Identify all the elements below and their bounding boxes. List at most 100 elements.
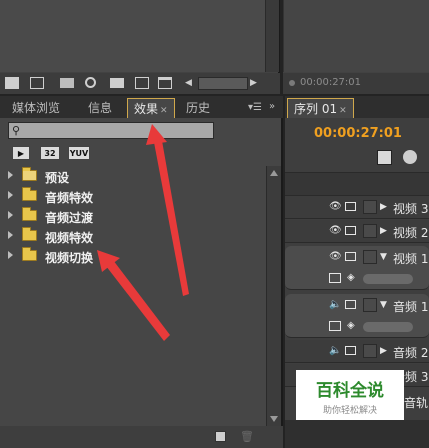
project-content-area[interactable]: [0, 0, 265, 72]
track-audio-1: 🔈 ▼ 音频 1 ◈: [285, 294, 429, 338]
folder-icon: [22, 227, 37, 241]
preset-folder-icon: [22, 167, 37, 181]
lock-toggle[interactable]: [363, 344, 377, 358]
search-icon: ⚲: [12, 124, 21, 137]
tree-item-video-transitions[interactable]: 视频切换: [0, 246, 266, 266]
find-icon[interactable]: [85, 77, 96, 88]
expand-arrow-icon[interactable]: ▶: [380, 226, 387, 236]
project-vertical-scrollbar[interactable]: [265, 0, 279, 72]
new-custom-bin-icon[interactable]: [215, 431, 226, 442]
master-track-label: 音轨: [404, 396, 429, 410]
delete-icon[interactable]: 🗑: [240, 430, 254, 443]
icon-view-icon[interactable]: [30, 77, 44, 89]
tree-item-audio-effects[interactable]: 音频特效: [0, 186, 266, 206]
expand-arrow-icon[interactable]: ▶: [380, 346, 387, 356]
tab-info[interactable]: 信息: [82, 98, 118, 118]
lock-toggle[interactable]: [363, 224, 377, 238]
playhead-dot-icon[interactable]: [289, 80, 295, 86]
tab-label: 信息: [88, 101, 113, 115]
tab-effects[interactable]: 效果 ✕: [127, 98, 175, 118]
speaker-icon[interactable]: 🔈: [329, 345, 341, 356]
watermark-title: 百科全说: [316, 381, 384, 401]
snap-icon[interactable]: [377, 150, 392, 165]
speaker-icon[interactable]: 🔈: [329, 299, 341, 310]
track-label: 视频 1: [393, 252, 429, 266]
expand-arrow-icon[interactable]: [8, 171, 13, 179]
film-icon[interactable]: [345, 252, 356, 261]
expand-arrow-icon[interactable]: [8, 211, 13, 219]
tree-item-audio-transitions[interactable]: 音频过渡: [0, 206, 266, 226]
track-label: 视频 3: [393, 202, 429, 216]
watermark-subtitle: 助你轻松解决: [322, 406, 377, 416]
tab-label: 媒体浏览: [12, 101, 61, 115]
keyframe-icon[interactable]: ◈: [347, 272, 355, 283]
monitor-timecode[interactable]: 00:00:27:01: [300, 77, 361, 88]
tree-item-video-effects[interactable]: 视频特效: [0, 226, 266, 246]
marker-icon[interactable]: [403, 150, 417, 164]
track-video-1: 👁 ▼ 视频 1 ◈: [285, 246, 429, 290]
collapse-arrow-icon[interactable]: ▼: [380, 300, 387, 310]
tab-sequence-01[interactable]: 序列 01 ✕: [287, 98, 354, 118]
accelerated-effects-icon[interactable]: ▶: [12, 146, 30, 160]
scroll-down-arrow-icon[interactable]: [270, 416, 278, 422]
track-label: 音频 2: [393, 346, 429, 360]
film-icon[interactable]: [345, 202, 356, 211]
sequence-bottom-scrollbar[interactable]: [285, 420, 429, 448]
tree-item-label: 视频切换: [45, 251, 94, 265]
keyframe-control[interactable]: [363, 322, 413, 332]
film-icon[interactable]: [345, 300, 356, 309]
eye-icon[interactable]: 👁: [329, 251, 342, 262]
32bit-effects-button[interactable]: 32: [40, 146, 60, 160]
track-video-2: 👁 ▶ 视频 2: [285, 220, 429, 243]
time-ruler[interactable]: [285, 172, 429, 196]
waveform-icon[interactable]: [329, 321, 341, 331]
tree-item-label: 音频特效: [45, 191, 94, 205]
lock-toggle[interactable]: [363, 250, 377, 264]
tab-history[interactable]: 历史: [180, 98, 216, 118]
scroll-up-arrow-icon[interactable]: [270, 170, 278, 176]
folder-icon: [22, 187, 37, 201]
new-bin-icon[interactable]: [110, 78, 124, 88]
effects-vertical-scrollbar[interactable]: [266, 166, 281, 426]
track-audio-2: 🔈 ▶ 音频 2: [285, 340, 429, 363]
monitor-viewer: [283, 0, 429, 72]
tab-media-browser[interactable]: 媒体浏览: [6, 98, 66, 118]
folder-icon: [22, 247, 37, 261]
expand-arrow-icon[interactable]: [8, 251, 13, 259]
expand-arrow-icon[interactable]: [8, 191, 13, 199]
new-item-icon[interactable]: [135, 77, 149, 89]
tree-item-presets[interactable]: 预设: [0, 166, 266, 186]
expand-arrow-icon[interactable]: [8, 231, 13, 239]
sequence-timecode[interactable]: 00:00:27:01: [314, 126, 402, 141]
close-icon[interactable]: ✕: [160, 106, 168, 116]
yuv-effects-button[interactable]: YUV: [68, 146, 90, 160]
lock-toggle[interactable]: [363, 200, 377, 214]
close-icon[interactable]: ✕: [339, 106, 347, 116]
trash-icon[interactable]: [158, 77, 172, 89]
scroll-right-arrow-icon[interactable]: ▶: [250, 78, 257, 88]
automate-to-sequence-icon[interactable]: [60, 78, 74, 88]
eye-icon[interactable]: 👁: [329, 201, 342, 212]
keyframe-control[interactable]: [363, 274, 413, 284]
keyframe-icon[interactable]: ◈: [347, 320, 355, 331]
track-label: 音频 1: [393, 300, 429, 314]
collapse-arrow-icon[interactable]: ▼: [380, 252, 387, 262]
project-panel: ◀ ▶: [0, 0, 280, 94]
eye-icon[interactable]: 👁: [329, 225, 342, 236]
project-horizontal-scroll-thumb[interactable]: [198, 77, 248, 90]
film-icon[interactable]: [345, 346, 356, 355]
tree-item-label: 音频过渡: [45, 211, 94, 225]
lock-toggle[interactable]: [363, 298, 377, 312]
expand-arrow-icon[interactable]: ▶: [380, 202, 387, 212]
effects-bottom-bar: 🗑: [0, 426, 283, 448]
more-tabs-icon[interactable]: »: [269, 101, 275, 112]
tab-label: 效果: [134, 102, 159, 116]
effects-search-input[interactable]: ⚲: [8, 122, 214, 139]
panel-menu-icon[interactable]: ▾☰: [248, 102, 262, 113]
scroll-left-arrow-icon[interactable]: ◀: [185, 78, 192, 88]
watermark-logo: 百科全说 助你轻松解决: [296, 370, 404, 420]
tab-label: 序列 01: [294, 102, 338, 116]
list-view-icon[interactable]: [5, 77, 19, 89]
display-style-icon[interactable]: [329, 273, 341, 283]
film-icon[interactable]: [345, 226, 356, 235]
